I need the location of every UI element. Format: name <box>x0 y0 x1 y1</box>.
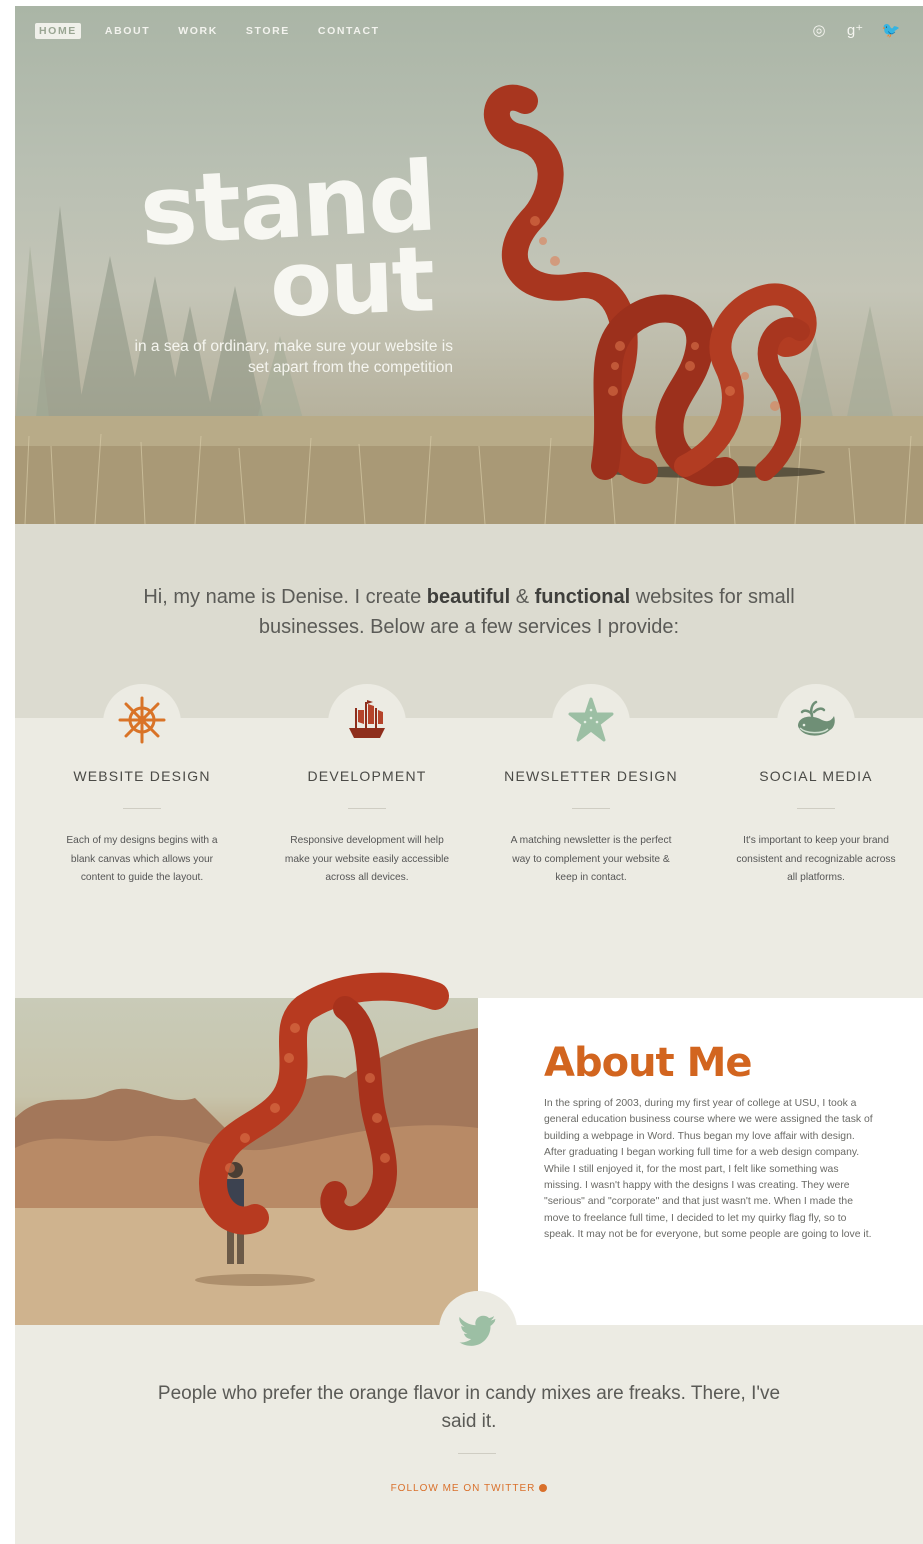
service-description: Responsive development will help make yo… <box>284 835 450 883</box>
divider <box>123 808 161 809</box>
pirate-ship-icon <box>349 700 385 738</box>
intro-text: Hi, my name is Denise. I create beautifu… <box>135 582 803 642</box>
tweet-icon-circle <box>439 1291 517 1369</box>
about-title: About Me <box>544 1040 753 1086</box>
service-icon-circle <box>552 684 630 762</box>
intro-ampersand: & <box>510 586 535 608</box>
ship-wheel-icon <box>118 696 166 744</box>
divider <box>572 808 610 809</box>
nav-item-work[interactable]: WORK <box>174 22 222 40</box>
hero-title-line2: out <box>268 227 435 338</box>
twitter-icon[interactable]: 🐦 <box>881 21 901 41</box>
whale-icon <box>798 700 835 736</box>
about-card: About Me In the spring of 2003, during m… <box>478 998 923 1325</box>
main-nav: HOME ABOUT WORK STORE CONTACT <box>35 22 404 40</box>
follow-twitter-label[interactable]: FOLLOW ME ON TWITTER <box>391 1483 536 1494</box>
services-section: WEBSITE DESIGN Each of my designs begins… <box>15 684 923 998</box>
twitter-bird-icon[interactable] <box>459 1311 497 1349</box>
about-body: In the spring of 2003, during my first y… <box>544 1098 873 1241</box>
intro-bold-beautiful: beautiful <box>426 586 511 608</box>
service-title: WEBSITE DESIGN <box>73 768 211 784</box>
tweet-text: People who prefer the orange flavor in c… <box>157 1383 781 1432</box>
service-icon-circle <box>328 684 406 762</box>
nav-item-contact[interactable]: CONTACT <box>314 22 384 40</box>
divider <box>348 808 386 809</box>
service-icon-circle <box>103 684 181 762</box>
arrow-circle-icon <box>539 1484 548 1493</box>
about-tentacles-illustration <box>199 972 449 1235</box>
tweet-section: People who prefer the orange flavor in c… <box>15 1291 923 1544</box>
nav-item-store[interactable]: STORE <box>242 22 294 40</box>
service-title: SOCIAL MEDIA <box>759 768 873 784</box>
hero-subtitle: in a sea of ordinary, make sure your web… <box>134 338 453 376</box>
nav-item-home[interactable]: HOME <box>35 23 81 39</box>
service-description: It's important to keep your brand consis… <box>736 835 896 883</box>
service-icon-circle <box>777 684 855 762</box>
divider <box>458 1453 496 1454</box>
service-description: A matching newsletter is the perfect way… <box>510 835 672 883</box>
starfish-icon <box>568 697 614 742</box>
service-title: DEVELOPMENT <box>307 768 427 784</box>
service-title: NEWSLETTER DESIGN <box>504 768 678 784</box>
nav-item-about[interactable]: ABOUT <box>101 22 154 40</box>
follow-twitter-link[interactable]: FOLLOW ME ON TWITTER <box>15 1483 923 1494</box>
intro-bold-functional: functional <box>534 586 631 608</box>
dribbble-icon[interactable]: ◎ <box>809 21 829 41</box>
hero-section: HOME ABOUT WORK STORE CONTACT ◎ g⁺ 🐦 sta… <box>15 6 923 524</box>
service-description: Each of my designs begins with a blank c… <box>66 835 218 883</box>
social-links: ◎ g⁺ 🐦 <box>809 21 901 41</box>
page: HOME ABOUT WORK STORE CONTACT ◎ g⁺ 🐦 sta… <box>15 6 923 1544</box>
intro-text-start: Hi, my name is Denise. I create <box>143 586 427 608</box>
google-plus-icon[interactable]: g⁺ <box>845 21 865 41</box>
divider <box>797 808 835 809</box>
tentacles-illustration <box>484 84 817 487</box>
